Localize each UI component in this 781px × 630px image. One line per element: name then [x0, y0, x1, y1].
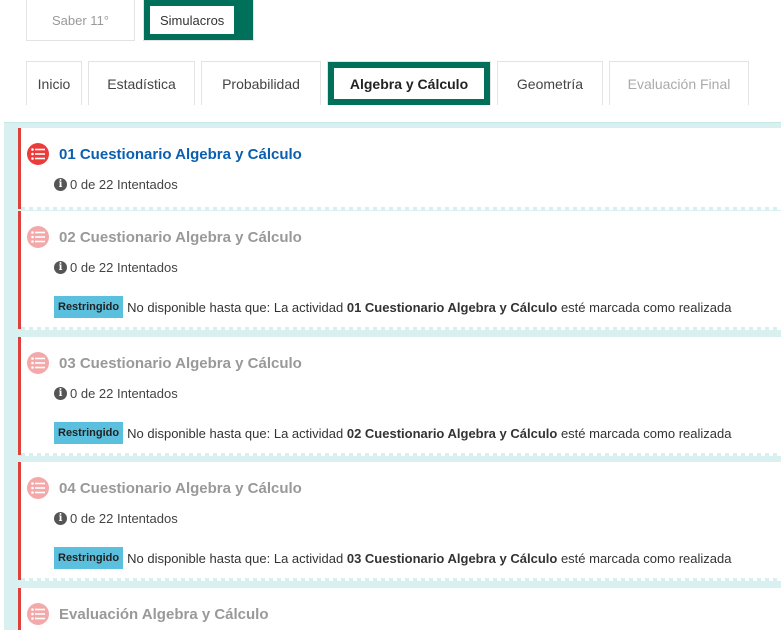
tab-evaluacion-final[interactable]: Evaluación Final — [609, 61, 749, 105]
info-circle-icon: i — [54, 178, 67, 191]
attempts-info: i 0 de 22 Intentados — [54, 260, 178, 275]
info-circle-icon: i — [54, 387, 67, 400]
restriction-suffix: esté marcada como realizada — [560, 425, 732, 441]
info-circle-icon: i — [54, 512, 67, 525]
restriction-prefix: No disponible hasta que: La actividad — [127, 299, 344, 315]
attempts-text: 0 de 22 Intentados — [70, 260, 178, 275]
activity-header: 03 Cuestionario Algebra y Cálculo — [27, 352, 302, 374]
activity-header: 04 Cuestionario Algebra y Cálculo — [27, 477, 302, 499]
activity-item: 02 Cuestionario Algebra y Cálculo i 0 de… — [18, 211, 781, 330]
restriction-prefix: No disponible hasta que: La actividad — [127, 425, 344, 441]
attempts-text: 0 de 22 Intentados — [70, 511, 178, 526]
restriction-text: No disponible hasta que: La actividad 03… — [127, 551, 731, 566]
activity-item: 01 Cuestionario Algebra y Cálculo i 0 de… — [18, 128, 781, 210]
quiz-list-icon — [27, 477, 49, 499]
restriction-notice: Restringido No disponible hasta que: La … — [54, 547, 731, 569]
activity-header[interactable]: 01 Cuestionario Algebra y Cálculo — [27, 143, 302, 165]
quiz-list-icon — [27, 603, 49, 625]
restriction-activity: 02 Cuestionario Algebra y Cálculo — [346, 425, 558, 441]
tab-label: Simulacros — [150, 6, 235, 34]
restriction-text: No disponible hasta que: La actividad 02… — [127, 426, 731, 441]
restriction-notice: Restringido No disponible hasta que: La … — [54, 296, 731, 318]
divider — [21, 453, 781, 456]
quiz-list-icon — [27, 226, 49, 248]
tab-label: Inicio — [37, 75, 71, 92]
activity-item: 03 Cuestionario Algebra y Cálculo i 0 de… — [18, 337, 781, 456]
tab-label: Evaluación Final — [627, 75, 731, 92]
restriction-activity: 01 Cuestionario Algebra y Cálculo — [346, 299, 558, 315]
restriction-suffix: esté marcada como realizada — [560, 299, 732, 315]
restriction-prefix: No disponible hasta que: La actividad — [127, 550, 344, 566]
activity-header: Evaluación Algebra y Cálculo — [27, 603, 269, 625]
activity-title: 04 Cuestionario Algebra y Cálculo — [59, 479, 302, 497]
activity-title: Evaluación Algebra y Cálculo — [59, 605, 269, 623]
tab-label: Probabilidad — [222, 75, 300, 92]
tab-estadistica[interactable]: Estadística — [88, 61, 195, 105]
top-tabs: Saber 11° Simulacros — [26, 0, 254, 41]
restricted-badge: Restringido — [54, 296, 124, 318]
attempts-info: i 0 de 22 Intentados — [54, 511, 178, 526]
divider — [21, 327, 781, 330]
attempts-text: 0 de 22 Intentados — [70, 177, 178, 192]
restriction-activity: 03 Cuestionario Algebra y Cálculo — [346, 550, 558, 566]
quiz-list-icon — [27, 352, 49, 374]
activity-header: 02 Cuestionario Algebra y Cálculo — [27, 226, 302, 248]
attempts-info: i 0 de 22 Intentados — [54, 177, 178, 192]
attempts-info: i 0 de 22 Intentados — [54, 386, 178, 401]
restricted-badge: Restringido — [54, 422, 124, 444]
info-circle-icon: i — [54, 261, 67, 274]
tab-probabilidad[interactable]: Probabilidad — [201, 61, 321, 105]
divider — [21, 578, 781, 581]
tab-label: Geometría — [516, 75, 584, 92]
divider — [21, 207, 781, 210]
section-tabs: Inicio Estadística Probabilidad Algebra … — [26, 61, 755, 105]
quiz-list-icon — [27, 143, 49, 165]
tab-algebra-calculo[interactable]: Algebra y Cálculo — [327, 61, 491, 105]
activity-item: Evaluación Algebra y Cálculo — [18, 588, 781, 630]
activity-title: 03 Cuestionario Algebra y Cálculo — [59, 354, 302, 372]
activity-title: 02 Cuestionario Algebra y Cálculo — [59, 228, 302, 246]
tab-label: Estadística — [107, 75, 176, 92]
restriction-suffix: esté marcada como realizada — [560, 550, 732, 566]
tab-geometria[interactable]: Geometría — [497, 61, 603, 105]
tab-simulacros[interactable]: Simulacros — [143, 0, 254, 41]
activity-title-link[interactable]: 01 Cuestionario Algebra y Cálculo — [59, 146, 302, 163]
activity-panel: 01 Cuestionario Algebra y Cálculo i 0 de… — [4, 122, 781, 630]
activity-item: 04 Cuestionario Algebra y Cálculo i 0 de… — [18, 462, 781, 581]
restriction-notice: Restringido No disponible hasta que: La … — [54, 422, 731, 444]
tab-saber-11[interactable]: Saber 11° — [26, 0, 135, 41]
restricted-badge: Restringido — [54, 547, 124, 569]
attempts-text: 0 de 22 Intentados — [70, 386, 178, 401]
tab-label: Algebra y Cálculo — [334, 68, 484, 99]
restriction-text: No disponible hasta que: La actividad 01… — [127, 300, 731, 315]
tab-inicio[interactable]: Inicio — [26, 61, 82, 105]
tab-label: Saber 11° — [52, 12, 109, 28]
